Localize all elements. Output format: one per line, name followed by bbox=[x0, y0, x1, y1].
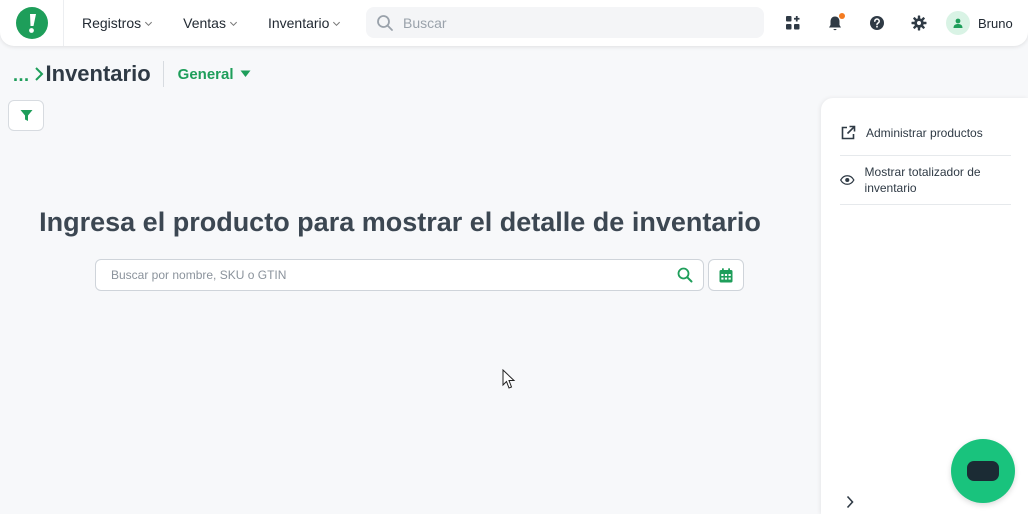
view-selector[interactable]: General bbox=[178, 66, 251, 83]
eye-icon bbox=[840, 175, 855, 185]
page-title: Inventario bbox=[45, 61, 151, 86]
apps-button[interactable] bbox=[772, 0, 814, 46]
breadcrumb-more[interactable]: ... bbox=[13, 65, 30, 86]
search-icon bbox=[377, 14, 393, 31]
view-selector-label: General bbox=[177, 65, 234, 83]
logo-container bbox=[0, 0, 64, 46]
chevron-down-icon bbox=[145, 21, 153, 26]
nav-item-label: Ventas bbox=[183, 15, 226, 31]
global-search bbox=[366, 7, 764, 38]
mouse-cursor-icon bbox=[502, 369, 516, 389]
chevron-right-icon bbox=[34, 67, 43, 81]
empty-state-headline: Ingresa el producto para mostrar el deta… bbox=[39, 207, 761, 237]
calendar-button[interactable] bbox=[708, 259, 744, 291]
main-nav: Registros Ventas Inventario bbox=[82, 15, 371, 31]
user-menu[interactable]: Bruno bbox=[946, 11, 1013, 35]
side-item-show-totalizer[interactable]: Mostrar totalizador de inventario bbox=[840, 156, 1011, 205]
chevron-right-icon[interactable] bbox=[845, 495, 855, 509]
user-name: Bruno bbox=[978, 15, 1013, 31]
title-divider bbox=[162, 61, 164, 87]
nav-item-label: Inventario bbox=[267, 15, 330, 31]
notifications-button[interactable] bbox=[814, 0, 856, 46]
chat-bubble-icon bbox=[967, 461, 999, 481]
filter-icon bbox=[20, 110, 32, 121]
external-link-icon bbox=[841, 125, 856, 140]
product-search-input[interactable] bbox=[111, 268, 677, 282]
product-search bbox=[95, 259, 704, 291]
nav-item-inventario[interactable]: Inventario bbox=[268, 15, 341, 31]
breadcrumb: ... Inventario General bbox=[13, 60, 251, 88]
exclamation-logo-icon bbox=[28, 14, 36, 33]
nav-item-label: Registros bbox=[82, 15, 142, 31]
chevron-down-icon bbox=[333, 21, 341, 26]
caret-down-icon bbox=[240, 70, 251, 77]
top-bar: Registros Ventas Inventario Buscar Bruno bbox=[0, 0, 1028, 46]
app-logo[interactable] bbox=[15, 7, 48, 39]
apps-grid-icon bbox=[786, 16, 800, 30]
chat-button[interactable] bbox=[951, 439, 1015, 503]
side-item-label: Administrar productos bbox=[866, 126, 983, 140]
gear-icon bbox=[911, 15, 927, 31]
filter-button[interactable] bbox=[8, 100, 44, 131]
user-icon bbox=[953, 18, 963, 28]
notification-dot bbox=[839, 13, 845, 19]
calendar-icon bbox=[719, 267, 733, 282]
nav-item-ventas[interactable]: Ventas bbox=[183, 15, 238, 31]
search-icon[interactable] bbox=[677, 267, 693, 283]
side-item-manage-products[interactable]: Administrar productos bbox=[840, 98, 1011, 156]
nav-item-registros[interactable]: Registros bbox=[82, 15, 153, 31]
avatar bbox=[946, 11, 970, 35]
help-button[interactable] bbox=[856, 0, 898, 46]
help-icon bbox=[870, 16, 884, 30]
chevron-down-icon bbox=[229, 21, 237, 26]
top-icons: Bruno bbox=[772, 0, 1013, 46]
settings-button[interactable] bbox=[898, 0, 940, 46]
side-item-label: Mostrar totalizador de inventario bbox=[864, 165, 981, 195]
global-search-input[interactable] bbox=[403, 14, 743, 31]
